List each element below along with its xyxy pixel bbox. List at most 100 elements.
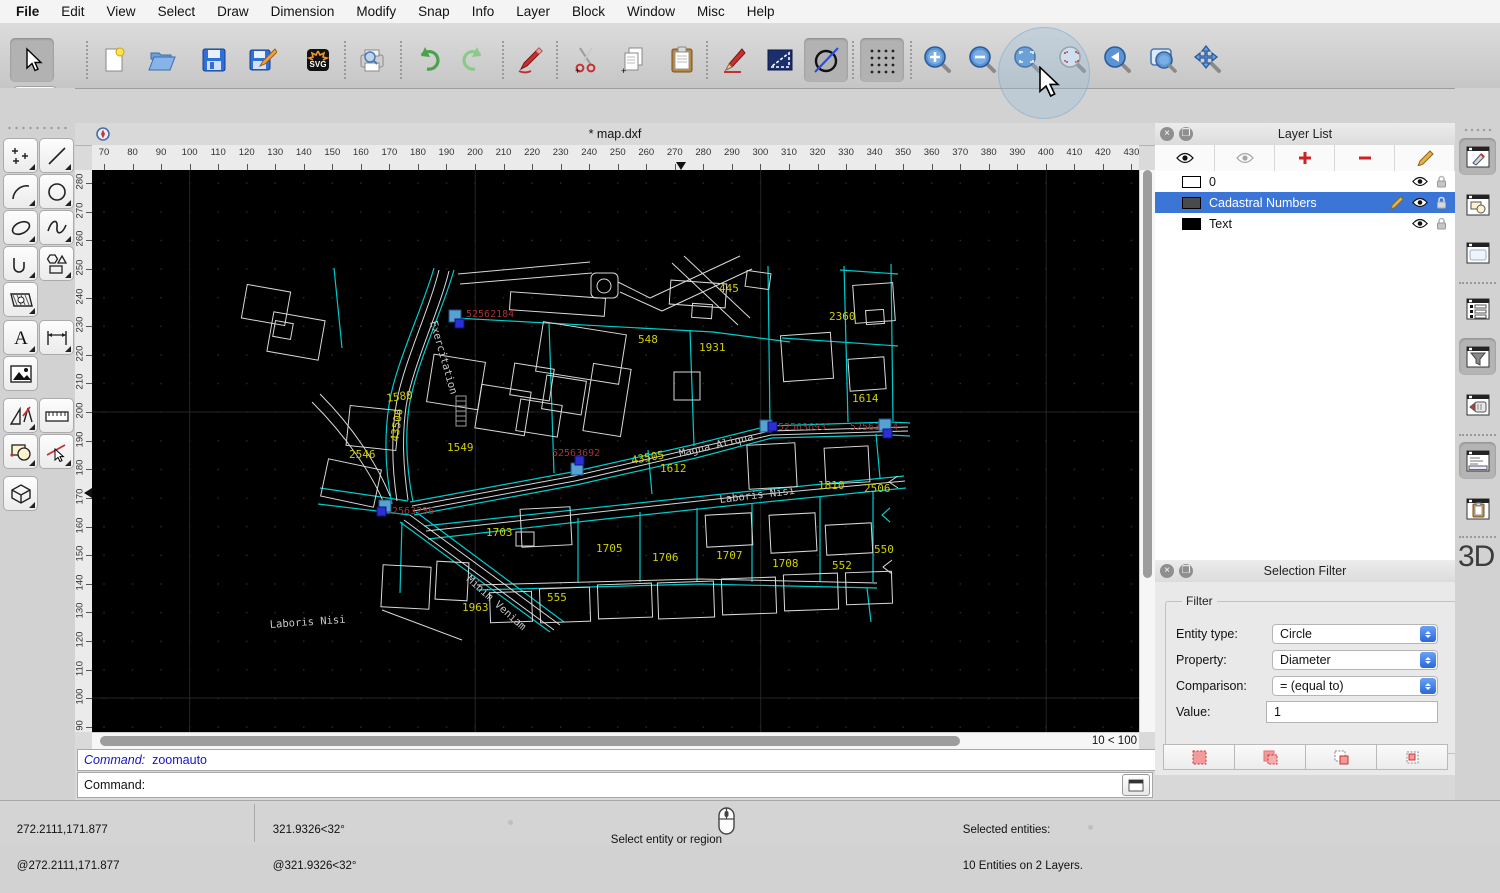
line-tool[interactable] [39,138,74,173]
image-tool[interactable] [3,356,38,391]
layer-row[interactable]: Text [1155,213,1455,234]
layer-edit-pencil-icon[interactable] [1389,196,1404,209]
snap-free-button[interactable] [804,38,848,82]
document-title-bar[interactable]: * map.dxf [75,123,1155,146]
zoom-in-button[interactable] [916,38,960,82]
dock-layer-list[interactable] [1459,290,1496,327]
layer-lock-icon[interactable] [1436,217,1447,230]
hscroll-thumb[interactable] [100,736,960,746]
delete-button[interactable] [508,38,552,82]
menu-item-layer[interactable]: Layer [505,4,561,19]
dock-library-browser[interactable] [1459,386,1496,423]
menu-item-file[interactable]: File [0,4,50,19]
spline-tool[interactable] [39,210,74,245]
layer-row[interactable]: 0 [1155,171,1455,192]
property-select[interactable]: Diameter [1272,650,1438,670]
paste-button[interactable] [660,38,704,82]
zoom-previous-button[interactable] [1096,38,1140,82]
save-button[interactable] [192,38,236,82]
canvas-vertical-scrollbar[interactable] [1139,170,1156,732]
grid-toggle-button[interactable] [860,38,904,82]
menu-item-edit[interactable]: Edit [50,4,95,19]
layer-lock-icon[interactable] [1436,175,1447,188]
drawing-canvas[interactable]: ExercitationMagna AliquaLaboris NisiLabo… [92,170,1139,732]
print-preview-button[interactable] [350,38,394,82]
menu-item-info[interactable]: Info [461,4,506,19]
dock-block-list[interactable] [1459,186,1496,223]
ellipse-tool[interactable] [3,210,38,245]
menu-item-modify[interactable]: Modify [345,4,407,19]
dock-clipboard[interactable] [1459,490,1496,527]
zoom-window-button[interactable] [1141,38,1185,82]
menu-item-help[interactable]: Help [736,4,786,19]
dock-command-line[interactable] [1459,442,1496,479]
undo-button[interactable] [406,38,450,82]
dock-selection-filter[interactable] [1459,338,1496,375]
dock-view-widget[interactable] [1459,234,1496,271]
menu-item-select[interactable]: Select [147,4,207,19]
layer-visible-icon[interactable] [1412,197,1428,208]
edit-layer-button[interactable] [1395,145,1455,171]
close-icon[interactable]: × [1160,127,1174,141]
dock-property-editor[interactable] [1459,138,1496,175]
select-matching-button[interactable] [1163,744,1235,770]
open-file-button[interactable] [140,38,184,82]
show-all-layers-button[interactable] [1155,145,1215,171]
zoom-auto-button[interactable] [1006,38,1050,82]
modify-tool[interactable] [3,434,38,469]
float-panel-icon[interactable]: ❐ [1179,564,1193,578]
remove-layer-button[interactable] [1335,145,1395,171]
menu-item-view[interactable]: View [96,4,147,19]
palette-drag-handle[interactable] [6,126,68,130]
save-as-button[interactable] [240,38,284,82]
point-tool[interactable] [3,138,38,173]
polyline-tool[interactable] [3,246,38,281]
ortho-mode-button[interactable] [758,38,802,82]
close-icon[interactable]: × [1160,564,1174,578]
menu-item-snap[interactable]: Snap [407,4,461,19]
entity-type-select[interactable]: Circle [1272,624,1438,644]
measure-tool[interactable] [39,398,74,433]
selection-handle[interactable] [759,419,778,433]
layer-row-selected[interactable]: Cadastral Numbers [1155,192,1455,213]
layer-visible-icon[interactable] [1412,176,1428,187]
menu-item-window[interactable]: Window [616,4,686,19]
remove-from-selection-button[interactable] [1305,744,1377,770]
value-input[interactable] [1266,701,1438,723]
add-layer-button[interactable] [1275,145,1335,171]
zoom-out-button[interactable] [961,38,1005,82]
circle-tool[interactable] [39,174,74,209]
add-to-selection-button[interactable] [1234,744,1306,770]
canvas-horizontal-scrollbar[interactable] [92,732,1095,750]
zoom-pan-button[interactable] [1186,38,1230,82]
intersect-selection-button[interactable] [1376,744,1448,770]
menu-item-draw[interactable]: Draw [206,4,260,19]
float-panel-icon[interactable]: ❐ [1179,127,1193,141]
dimension-tool[interactable] [39,320,74,355]
edit-pencil-button[interactable] [712,38,756,82]
dock-drag-handle[interactable] [1463,128,1493,132]
copy-button[interactable]: + [612,38,656,82]
comparison-select[interactable]: = (equal to) [1272,676,1438,696]
hide-all-layers-button[interactable] [1215,145,1275,171]
vscroll-thumb[interactable] [1143,170,1152,578]
shape-tool[interactable] [39,246,74,281]
snap-edit-tool[interactable] [39,434,74,469]
menu-item-misc[interactable]: Misc [686,4,736,19]
draw-misc-tool[interactable] [3,398,38,433]
menu-item-dimension[interactable]: Dimension [260,4,346,19]
solid-3d-tool[interactable] [3,476,38,511]
command-options-button[interactable] [1122,774,1150,796]
layer-visible-icon[interactable] [1412,218,1428,229]
redo-button[interactable] [452,38,496,82]
arc-tool[interactable] [3,174,38,209]
text-tool[interactable]: A [3,320,38,355]
command-input[interactable] [151,774,1122,796]
zoom-redraw-button[interactable] [1051,38,1095,82]
new-file-button[interactable] [92,38,136,82]
pointer-button[interactable] [10,38,54,82]
cut-button[interactable]: + [564,38,608,82]
layer-lock-icon[interactable] [1436,196,1447,209]
menu-item-block[interactable]: Block [561,4,616,19]
svg-export-button[interactable]: SVG [296,38,340,82]
